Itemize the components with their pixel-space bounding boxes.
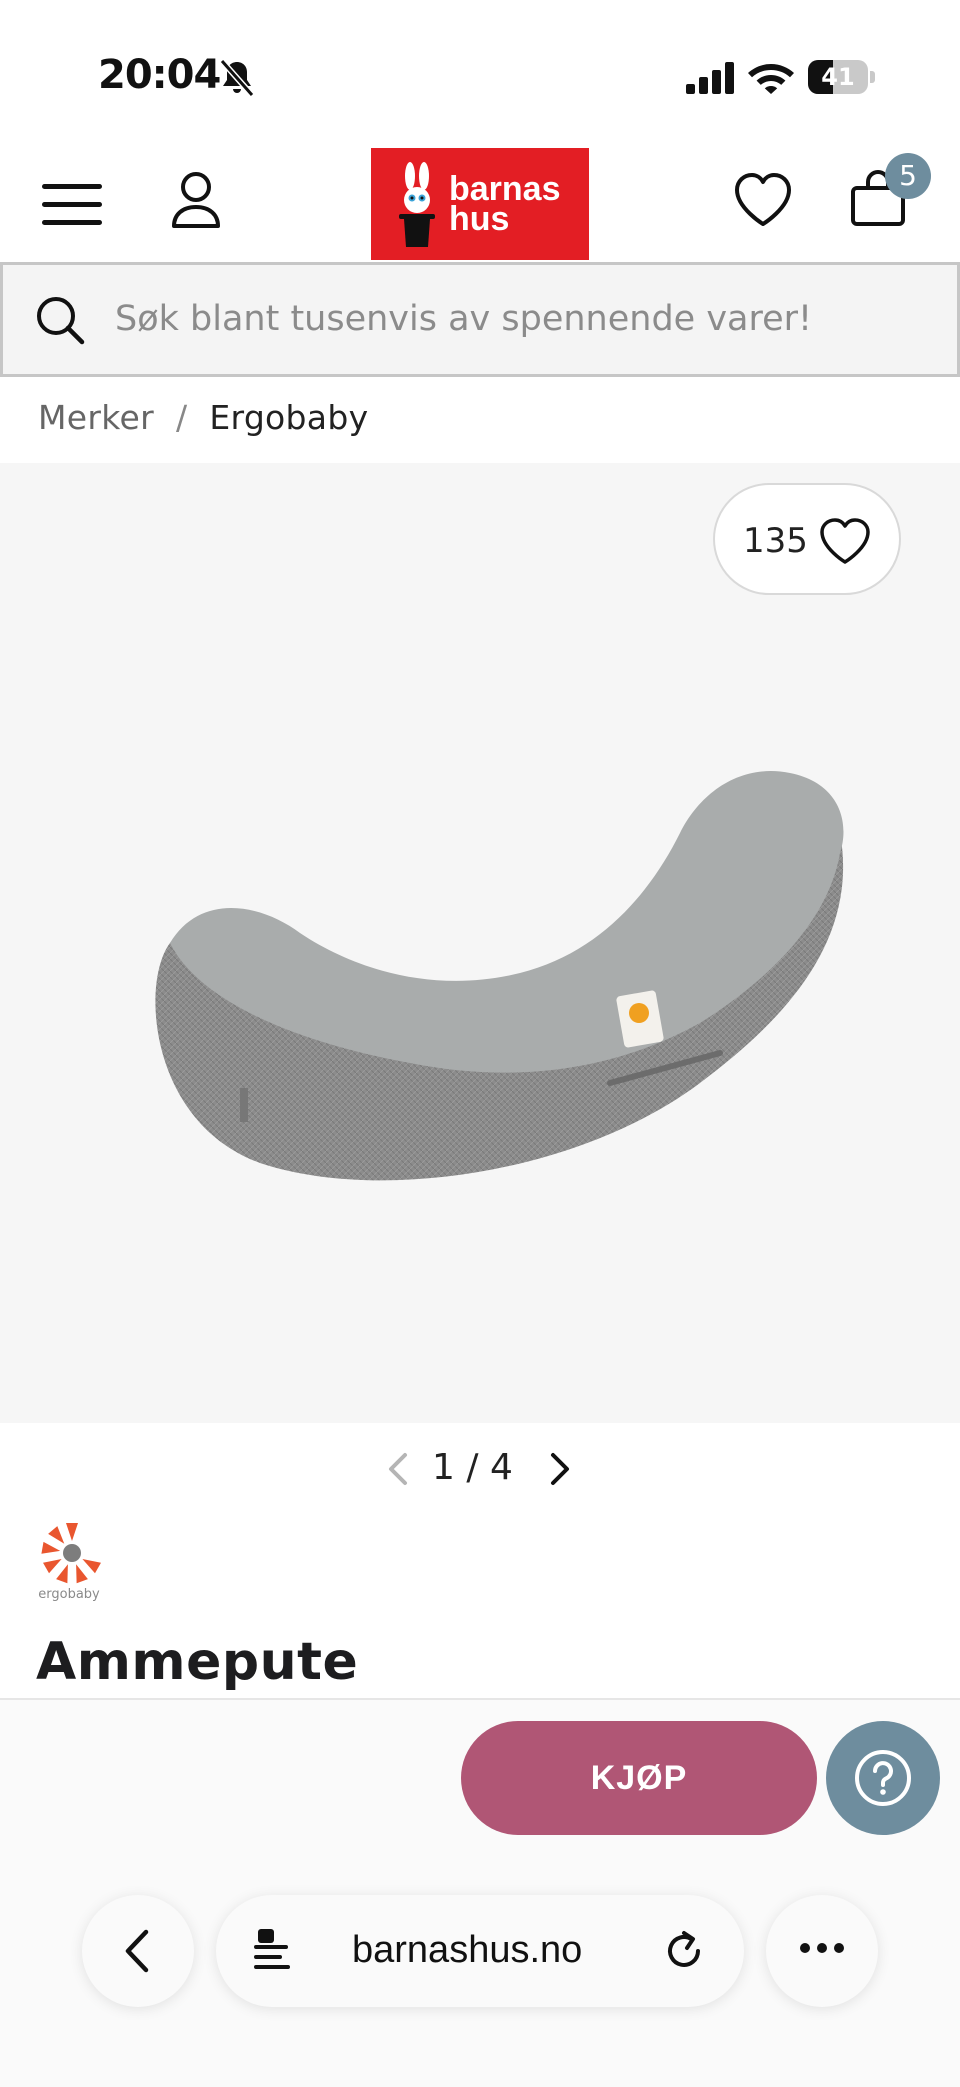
more-icon bbox=[800, 1943, 844, 1953]
rabbit-hat-icon bbox=[399, 162, 435, 247]
breadcrumb-item-ergobaby[interactable]: Ergobaby bbox=[209, 398, 368, 437]
browser-back-button[interactable] bbox=[82, 1895, 194, 2007]
logo-line2: hus bbox=[449, 200, 510, 238]
url-text: barnashus.no bbox=[352, 1929, 583, 1971]
status-bar: 20:04 41 bbox=[0, 0, 960, 130]
site-logo[interactable]: barnas hus bbox=[371, 148, 589, 260]
product-gallery[interactable]: 135 bbox=[0, 463, 960, 1423]
browser-more-button[interactable] bbox=[766, 1895, 878, 2007]
wifi-icon bbox=[748, 64, 794, 94]
favorite-button[interactable]: 135 bbox=[713, 483, 901, 595]
search-icon[interactable] bbox=[35, 295, 85, 345]
gallery-separator: / bbox=[466, 1447, 479, 1488]
signal-icon bbox=[686, 62, 734, 94]
gallery-pager: 1 / 4 bbox=[0, 1445, 960, 1495]
chevron-left-icon[interactable] bbox=[383, 1449, 413, 1489]
reload-icon[interactable] bbox=[662, 1929, 706, 1973]
search-input[interactable] bbox=[115, 289, 935, 349]
account-icon[interactable] bbox=[170, 170, 222, 230]
cart-count-badge: 5 bbox=[885, 153, 931, 199]
site-header: barnas hus 5 bbox=[0, 140, 960, 260]
bell-slash-icon bbox=[219, 59, 255, 97]
buy-button[interactable]: KJØP bbox=[461, 1721, 817, 1835]
buy-bar: KJØP bbox=[0, 1698, 960, 2087]
brand-logo-text: ergobaby bbox=[38, 1587, 100, 1602]
breadcrumb-item-merker[interactable]: Merker bbox=[38, 398, 154, 437]
url-bar[interactable]: barnashus.no bbox=[216, 1895, 744, 2007]
breadcrumb: Merker / Ergobaby bbox=[38, 398, 368, 437]
gallery-current: 1 bbox=[432, 1447, 455, 1488]
product-image-nursing-pillow[interactable] bbox=[140, 743, 860, 1203]
battery-indicator: 41 bbox=[808, 60, 875, 94]
help-icon bbox=[855, 1750, 911, 1806]
breadcrumb-separator: / bbox=[175, 398, 188, 437]
menu-icon[interactable] bbox=[42, 180, 102, 230]
heart-icon[interactable] bbox=[733, 172, 793, 228]
brand-logo-ergobaby[interactable]: ergobaby bbox=[36, 1515, 102, 1605]
gallery-total: 4 bbox=[489, 1447, 513, 1488]
logo-text: barnas hus bbox=[449, 172, 561, 238]
battery-level: 41 bbox=[821, 63, 855, 91]
back-icon bbox=[125, 1929, 149, 1973]
search-bar bbox=[0, 262, 960, 377]
page-icon bbox=[254, 1929, 290, 1969]
heart-icon bbox=[820, 518, 870, 564]
status-time: 20:04 bbox=[98, 52, 221, 98]
ergobaby-logo-icon bbox=[41, 1523, 101, 1584]
chevron-right-icon[interactable] bbox=[545, 1449, 575, 1489]
help-button[interactable] bbox=[826, 1721, 940, 1835]
gallery-page-indicator: 1 / 4 bbox=[432, 1447, 513, 1488]
product-title: Ammepute bbox=[36, 1632, 359, 1692]
favorite-count: 135 bbox=[743, 521, 808, 561]
